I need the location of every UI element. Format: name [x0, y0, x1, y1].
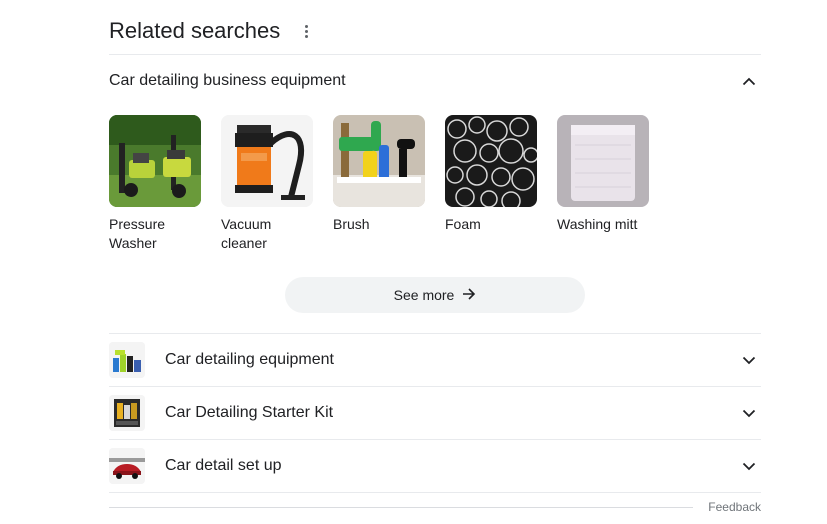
washing-mitt-image[interactable]	[557, 115, 649, 207]
more-options-icon[interactable]	[294, 19, 318, 43]
card-caption: Washing mitt	[557, 216, 638, 232]
card-caption: Pressure Washer	[109, 216, 166, 251]
expanded-accordion: Car detailing business equipment Pressur…	[109, 55, 761, 334]
related-searches-header: Related searches	[109, 0, 761, 55]
card-washing-mitt[interactable]: Washing mitt	[557, 115, 649, 253]
foam-image[interactable]	[445, 115, 537, 207]
card-brush[interactable]: Brush	[333, 115, 425, 253]
related-searches-panel: Related searches Car detailing business …	[109, 0, 761, 493]
pressure-washer-image[interactable]	[109, 115, 201, 207]
see-more-label: See more	[393, 287, 455, 303]
accordion-label: Car detailing business equipment	[109, 72, 346, 89]
accordion-row-car-detail-set-up[interactable]: Car detail set up	[109, 440, 761, 493]
result-cards: Pressure Washer Vacuum cleaner Brush Foa…	[109, 115, 761, 253]
accordion-row-car-detailing-starter-kit[interactable]: Car Detailing Starter Kit	[109, 387, 761, 440]
accordion-label: Car detail set up	[165, 457, 282, 474]
footer-divider	[109, 507, 693, 508]
section-title: Related searches	[109, 18, 281, 43]
card-pressure-washer[interactable]: Pressure Washer	[109, 115, 201, 253]
card-caption: Foam	[445, 216, 481, 232]
arrow-right-icon	[462, 287, 476, 304]
chevron-down-icon[interactable]	[737, 454, 761, 478]
accordion-row-car-detailing-equipment[interactable]: Car detailing equipment	[109, 334, 761, 387]
brush-image[interactable]	[333, 115, 425, 207]
accordion-header-expanded[interactable]: Car detailing business equipment	[109, 55, 761, 107]
chevron-up-icon[interactable]	[737, 69, 761, 93]
card-vacuum-cleaner[interactable]: Vacuum cleaner	[221, 115, 313, 253]
accordion-label: Car detailing equipment	[165, 351, 334, 368]
vacuum-cleaner-image[interactable]	[221, 115, 313, 207]
card-foam[interactable]: Foam	[445, 115, 537, 253]
starter-kit-thumb	[109, 395, 145, 431]
see-more-button[interactable]: See more	[285, 277, 585, 313]
card-caption: Brush	[333, 216, 370, 232]
chevron-down-icon[interactable]	[737, 401, 761, 425]
footer: Feedback	[109, 500, 761, 524]
card-caption: Vacuum cleaner	[221, 216, 272, 251]
accordion-label: Car Detailing Starter Kit	[165, 404, 334, 421]
chevron-down-icon[interactable]	[737, 348, 761, 372]
feedback-link[interactable]: Feedback	[708, 500, 761, 514]
car-detailing-equipment-thumb	[109, 342, 145, 378]
car-setup-thumb	[109, 448, 145, 484]
